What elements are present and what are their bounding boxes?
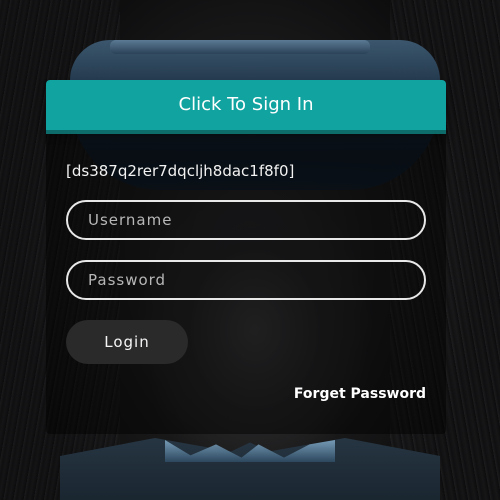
session-token-text: [ds387q2rer7dqcljh8dac1f8f0]: [66, 162, 295, 180]
username-field[interactable]: [66, 200, 426, 240]
login-panel: [46, 80, 446, 434]
login-button[interactable]: Login: [66, 320, 188, 364]
forget-password-link[interactable]: Forget Password: [294, 384, 426, 404]
goggles-strap: [110, 40, 370, 54]
sign-in-header-button[interactable]: Click To Sign In: [46, 80, 446, 130]
password-field[interactable]: [66, 260, 426, 300]
